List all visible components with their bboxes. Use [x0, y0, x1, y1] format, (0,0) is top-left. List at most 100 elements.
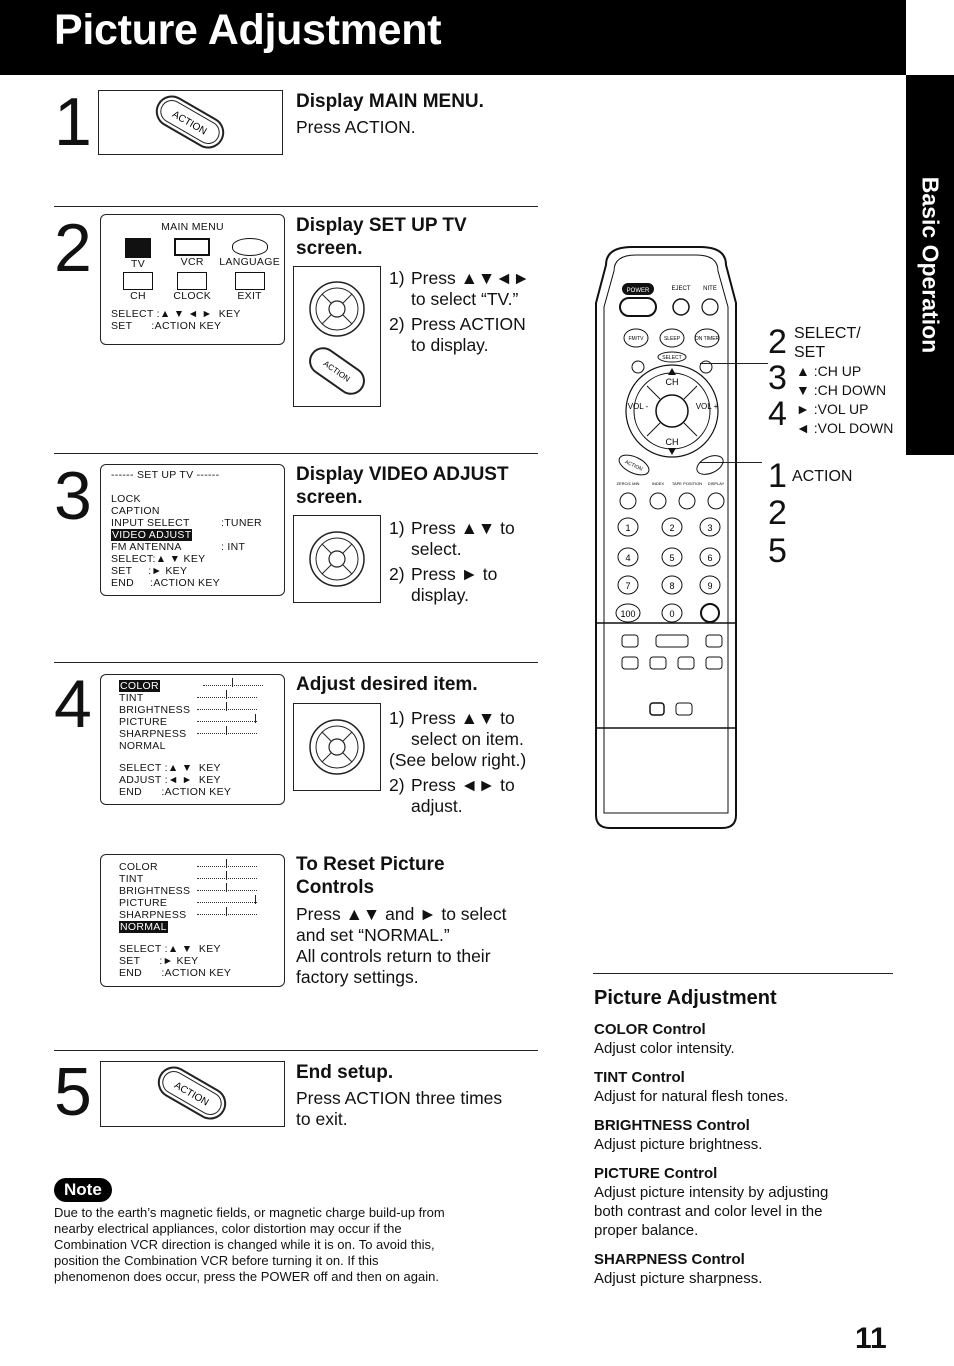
svg-text:CH: CH — [666, 437, 679, 447]
direction-pad-icon — [309, 281, 365, 337]
osd-key: SET :► KEY — [119, 955, 199, 967]
picture-control-item: COLOR Control Adjust color intensity. — [594, 1020, 894, 1058]
callout-step-number: 2 — [768, 323, 787, 361]
digit-label: 5 — [669, 553, 674, 563]
direction-pad-icon — [309, 719, 365, 775]
osd-row: NORMAL — [119, 740, 166, 752]
svg-text:DISPLAY: DISPLAY — [708, 481, 725, 486]
digit-label: 3 — [707, 523, 712, 533]
callout-line — [700, 363, 768, 364]
level-indicator — [226, 883, 227, 892]
osd-icon-tv: TV — [111, 238, 165, 270]
callout-step-number: 5 — [768, 532, 787, 570]
osd-key: SELECT:▲ ▼ KEY — [111, 553, 206, 565]
control-description: Adjust color intensity. — [594, 1040, 735, 1057]
osd-key: END :ACTION KEY — [111, 577, 220, 589]
callout-step-number: 1 — [768, 457, 787, 495]
callout-keys: ▲ :CH UP ▼ :CH DOWN ► :VOL UP ◄ :VOL DOWN — [796, 363, 894, 436]
control-description: Adjust picture intensity by adjusting — [594, 1184, 829, 1201]
osd-key: SELECT :▲ ▼ KEY — [119, 762, 221, 774]
step-title: End setup. — [296, 1062, 394, 1083]
osd-row: INPUT SELECT:TUNER — [111, 517, 262, 529]
section-tab-label: Basic Operation — [917, 176, 944, 354]
digit-label: 0 — [669, 609, 674, 619]
osd-key: ADJUST :◄ ► KEY — [119, 774, 221, 786]
step-title: Display VIDEO ADJUST screen. — [296, 464, 509, 508]
divider — [54, 1050, 538, 1051]
level-indicator — [226, 871, 227, 880]
osd-row: CAPTION — [111, 505, 160, 517]
control-heading: BRIGHTNESS Control — [594, 1117, 750, 1134]
osd-setup-tv: ------ SET UP TV ------ LOCK CAPTION INP… — [100, 464, 285, 596]
svg-text:ZERO/1 MIN: ZERO/1 MIN — [617, 481, 640, 486]
level-indicator — [255, 895, 256, 904]
control-heading: SHARPNESS Control — [594, 1251, 745, 1268]
osd-key-set: SET :ACTION KEY — [111, 320, 222, 332]
level-bar — [197, 701, 257, 711]
digit-label: 9 — [707, 581, 712, 591]
svg-text:VOL +: VOL + — [696, 402, 719, 411]
osd-icon-ch: CH — [111, 272, 165, 302]
control-description: Adjust picture sharpness. — [594, 1270, 763, 1287]
level-bar — [197, 689, 257, 699]
picture-control-item: PICTURE Control Adjust picture intensity … — [594, 1164, 894, 1240]
level-bar — [197, 894, 257, 904]
osd-key: SET :► KEY — [111, 565, 188, 577]
step-title: Display MAIN MENU. — [296, 91, 484, 112]
svg-text:SELECT: SELECT — [662, 355, 681, 361]
level-bar — [202, 677, 263, 687]
step-title: Display SET UP TV screen. — [296, 215, 467, 259]
control-description: Adjust picture brightness. — [594, 1136, 763, 1153]
control-description: proper balance. — [594, 1222, 699, 1239]
osd-video-adjust: COLOR TINT BRIGHTNESS PICTURE SHARPNESS NORMA… — [100, 674, 285, 805]
svg-text:INDEX: INDEX — [652, 481, 665, 486]
step-instructions: 1) Press ▲▼◄► to select “TV.” 2) Press ACT… — [389, 268, 530, 355]
page-title: Picture Adjustment — [54, 6, 442, 54]
divider — [54, 206, 538, 207]
control-description: both contrast and color level in the — [594, 1203, 823, 1220]
digit-label: 4 — [625, 553, 630, 563]
step-instructions: 1) Press ▲▼ to select. 2) Press ► to displ… — [389, 518, 515, 605]
digit-label: 2 — [669, 523, 674, 533]
osd-row: SHARPNESS — [119, 726, 284, 740]
digit-label: 7 — [625, 581, 630, 591]
level-indicator — [226, 702, 227, 711]
level-indicator — [226, 690, 227, 699]
reset-text: Press ▲▼ and ► to select and set “NORMAL.… — [296, 904, 507, 987]
osd-row: FM ANTENNA: INT — [111, 541, 246, 553]
osd-icon-clock: CLOCK — [165, 272, 219, 302]
osd-key-select: SELECT :▲ ▼ ◄ ► KEY — [111, 308, 241, 320]
step-number: 1 — [54, 84, 92, 160]
svg-text:FM/TV: FM/TV — [629, 336, 645, 342]
callout-step-number: 4 — [768, 395, 787, 433]
action-button-illustration: ACTION — [100, 1061, 285, 1127]
osd-heading: MAIN MENU — [161, 221, 224, 233]
level-bar — [197, 882, 257, 892]
direction-pad-illustration — [293, 703, 381, 791]
svg-text:EJECT: EJECT — [671, 286, 690, 292]
section-tab: Basic Operation — [906, 75, 954, 455]
callout-step-number: 3 — [768, 359, 787, 397]
picture-control-item: TINT Control Adjust for natural flesh ton… — [594, 1068, 894, 1106]
divider — [54, 453, 538, 454]
callout-line — [700, 462, 762, 463]
osd-key: SELECT :▲ ▼ KEY — [119, 943, 221, 955]
callout-step-number: 2 — [768, 494, 787, 532]
step-title: Adjust desired item. — [296, 674, 478, 695]
control-heading: PICTURE Control — [594, 1165, 718, 1182]
level-bar — [197, 858, 257, 868]
svg-text:SLEEP: SLEEP — [664, 336, 681, 342]
callout-label: SELECT/SET — [794, 325, 861, 361]
level-indicator — [231, 678, 233, 687]
level-bar — [197, 870, 257, 880]
step-number: 4 — [54, 666, 92, 742]
level-indicator — [226, 859, 227, 868]
svg-text:CH: CH — [666, 377, 679, 387]
digit-label: 100 — [620, 609, 635, 619]
step-instructions: 1) Press ▲▼ to select on item. (See below… — [389, 708, 527, 816]
digit-label: 6 — [707, 553, 712, 563]
step-number: 2 — [54, 210, 92, 286]
osd-row: SHARPNESS — [119, 907, 284, 921]
action-button-icon: ACTION — [157, 1066, 227, 1120]
action-label: ACTION — [170, 109, 208, 137]
